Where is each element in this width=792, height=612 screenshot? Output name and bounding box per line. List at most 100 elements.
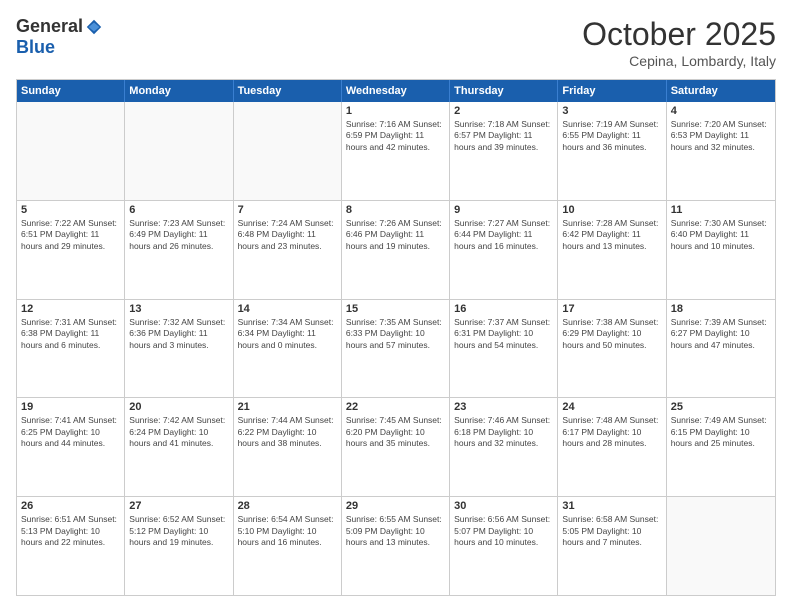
header-tuesday: Tuesday — [234, 80, 342, 102]
calendar-row-4: 26 Sunrise: 6:51 AM Sunset: 5:13 PM Dayli… — [17, 496, 775, 595]
day-number-11: 11 — [671, 204, 771, 216]
day-info-16: Sunrise: 7:37 AM Sunset: 6:31 PM Dayligh… — [454, 317, 553, 351]
day-number-23: 23 — [454, 401, 553, 413]
calendar-cell-4-5: 31Sunrise: 6:58 AM Sunset: 5:05 PM Dayli… — [558, 497, 666, 595]
day-number-27: 27 — [129, 500, 228, 512]
day-info-26: Sunrise: 6:51 AM Sunset: 5:13 PM Dayligh… — [21, 514, 120, 548]
day-number-25: 25 — [671, 401, 771, 413]
day-info-8: Sunrise: 7:26 AM Sunset: 6:46 PM Dayligh… — [346, 218, 445, 252]
day-info-4: Sunrise: 7:20 AM Sunset: 6:53 PM Dayligh… — [671, 119, 771, 153]
calendar-cell-4-3: 29 Sunrise: 6:55 AM Sunset: 5:09 PM Dayli… — [342, 497, 450, 595]
calendar-header: Sunday Monday Tuesday Wednesday Thursday… — [17, 80, 775, 102]
calendar-row-2: 12 Sunrise: 7:31 AM Sunset: 6:38 PM Dayli… — [17, 299, 775, 398]
calendar-row-3: 19Sunrise: 7:41 AM Sunset: 6:25 PM Dayli… — [17, 397, 775, 496]
day-info-9: Sunrise: 7:27 AM Sunset: 6:44 PM Dayligh… — [454, 218, 553, 252]
calendar-cell-0-0 — [17, 102, 125, 200]
day-number-10: 10 — [562, 204, 661, 216]
day-info-27: Sunrise: 6:52 AM Sunset: 5:12 PM Dayligh… — [129, 514, 228, 548]
title-block: October 2025 Cepina, Lombardy, Italy — [582, 16, 776, 69]
day-number-3: 3 — [562, 105, 661, 117]
day-info-21: Sunrise: 7:44 AM Sunset: 6:22 PM Dayligh… — [238, 415, 337, 449]
calendar-cell-2-3: 15 Sunrise: 7:35 AM Sunset: 6:33 PM Dayli… — [342, 300, 450, 398]
day-info-6: Sunrise: 7:23 AM Sunset: 6:49 PM Dayligh… — [129, 218, 228, 252]
calendar-cell-0-1 — [125, 102, 233, 200]
day-info-17: Sunrise: 7:38 AM Sunset: 6:29 PM Dayligh… — [562, 317, 661, 351]
calendar-cell-1-4: 9 Sunrise: 7:27 AM Sunset: 6:44 PM Daylig… — [450, 201, 558, 299]
day-number-13: 13 — [129, 303, 228, 315]
day-number-21: 21 — [238, 401, 337, 413]
day-number-28: 28 — [238, 500, 337, 512]
day-info-30: Sunrise: 6:56 AM Sunset: 5:07 PM Dayligh… — [454, 514, 553, 548]
calendar-cell-2-0: 12 Sunrise: 7:31 AM Sunset: 6:38 PM Dayli… — [17, 300, 125, 398]
day-info-22: Sunrise: 7:45 AM Sunset: 6:20 PM Dayligh… — [346, 415, 445, 449]
calendar-cell-2-4: 16 Sunrise: 7:37 AM Sunset: 6:31 PM Dayli… — [450, 300, 558, 398]
calendar-cell-0-6: 4 Sunrise: 7:20 AM Sunset: 6:53 PM Daylig… — [667, 102, 775, 200]
day-info-11: Sunrise: 7:30 AM Sunset: 6:40 PM Dayligh… — [671, 218, 771, 252]
logo: General Blue — [16, 16, 103, 58]
calendar-cell-4-6 — [667, 497, 775, 595]
header-wednesday: Wednesday — [342, 80, 450, 102]
day-number-12: 12 — [21, 303, 120, 315]
day-info-14: Sunrise: 7:34 AM Sunset: 6:34 PM Dayligh… — [238, 317, 337, 351]
logo-icon — [85, 18, 103, 36]
day-number-9: 9 — [454, 204, 553, 216]
day-info-28: Sunrise: 6:54 AM Sunset: 5:10 PM Dayligh… — [238, 514, 337, 548]
location: Cepina, Lombardy, Italy — [582, 53, 776, 69]
day-number-16: 16 — [454, 303, 553, 315]
header-thursday: Thursday — [450, 80, 558, 102]
header-friday: Friday — [558, 80, 666, 102]
calendar-row-1: 5Sunrise: 7:22 AM Sunset: 6:51 PM Daylig… — [17, 200, 775, 299]
calendar-cell-4-2: 28 Sunrise: 6:54 AM Sunset: 5:10 PM Dayli… — [234, 497, 342, 595]
day-info-13: Sunrise: 7:32 AM Sunset: 6:36 PM Dayligh… — [129, 317, 228, 351]
calendar-cell-1-5: 10 Sunrise: 7:28 AM Sunset: 6:42 PM Dayli… — [558, 201, 666, 299]
page: General Blue October 2025 Cepina, Lombar… — [0, 0, 792, 612]
calendar-cell-4-0: 26 Sunrise: 6:51 AM Sunset: 5:13 PM Dayli… — [17, 497, 125, 595]
day-number-4: 4 — [671, 105, 771, 117]
day-info-18: Sunrise: 7:39 AM Sunset: 6:27 PM Dayligh… — [671, 317, 771, 351]
day-info-24: Sunrise: 7:48 AM Sunset: 6:17 PM Dayligh… — [562, 415, 661, 449]
day-number-22: 22 — [346, 401, 445, 413]
header-monday: Monday — [125, 80, 233, 102]
calendar-cell-3-6: 25 Sunrise: 7:49 AM Sunset: 6:15 PM Dayli… — [667, 398, 775, 496]
day-info-5: Sunrise: 7:22 AM Sunset: 6:51 PM Dayligh… — [21, 218, 120, 252]
day-number-26: 26 — [21, 500, 120, 512]
calendar-cell-1-6: 11 Sunrise: 7:30 AM Sunset: 6:40 PM Dayli… — [667, 201, 775, 299]
day-number-24: 24 — [562, 401, 661, 413]
day-info-25: Sunrise: 7:49 AM Sunset: 6:15 PM Dayligh… — [671, 415, 771, 449]
calendar-cell-3-5: 24 Sunrise: 7:48 AM Sunset: 6:17 PM Dayli… — [558, 398, 666, 496]
calendar-cell-2-1: 13 Sunrise: 7:32 AM Sunset: 6:36 PM Dayli… — [125, 300, 233, 398]
calendar-cell-1-3: 8Sunrise: 7:26 AM Sunset: 6:46 PM Daylig… — [342, 201, 450, 299]
logo-blue: Blue — [16, 37, 55, 57]
day-info-15: Sunrise: 7:35 AM Sunset: 6:33 PM Dayligh… — [346, 317, 445, 351]
day-number-18: 18 — [671, 303, 771, 315]
day-info-20: Sunrise: 7:42 AM Sunset: 6:24 PM Dayligh… — [129, 415, 228, 449]
month-title: October 2025 — [582, 16, 776, 53]
calendar-body: 1Sunrise: 7:16 AM Sunset: 6:59 PM Daylig… — [17, 102, 775, 595]
calendar-row-0: 1Sunrise: 7:16 AM Sunset: 6:59 PM Daylig… — [17, 102, 775, 200]
day-number-7: 7 — [238, 204, 337, 216]
calendar-cell-3-1: 20 Sunrise: 7:42 AM Sunset: 6:24 PM Dayli… — [125, 398, 233, 496]
day-number-17: 17 — [562, 303, 661, 315]
day-info-7: Sunrise: 7:24 AM Sunset: 6:48 PM Dayligh… — [238, 218, 337, 252]
day-info-10: Sunrise: 7:28 AM Sunset: 6:42 PM Dayligh… — [562, 218, 661, 252]
day-info-2: Sunrise: 7:18 AM Sunset: 6:57 PM Dayligh… — [454, 119, 553, 153]
calendar-cell-1-0: 5Sunrise: 7:22 AM Sunset: 6:51 PM Daylig… — [17, 201, 125, 299]
calendar-cell-0-4: 2Sunrise: 7:18 AM Sunset: 6:57 PM Daylig… — [450, 102, 558, 200]
day-number-29: 29 — [346, 500, 445, 512]
calendar-cell-1-2: 7 Sunrise: 7:24 AM Sunset: 6:48 PM Daylig… — [234, 201, 342, 299]
calendar-cell-3-0: 19Sunrise: 7:41 AM Sunset: 6:25 PM Dayli… — [17, 398, 125, 496]
day-number-15: 15 — [346, 303, 445, 315]
day-number-20: 20 — [129, 401, 228, 413]
calendar-cell-3-4: 23Sunrise: 7:46 AM Sunset: 6:18 PM Dayli… — [450, 398, 558, 496]
day-number-1: 1 — [346, 105, 445, 117]
calendar-cell-2-6: 18 Sunrise: 7:39 AM Sunset: 6:27 PM Dayli… — [667, 300, 775, 398]
calendar-cell-2-5: 17 Sunrise: 7:38 AM Sunset: 6:29 PM Dayli… — [558, 300, 666, 398]
logo-general: General — [16, 16, 83, 37]
day-number-6: 6 — [129, 204, 228, 216]
calendar-cell-0-3: 1Sunrise: 7:16 AM Sunset: 6:59 PM Daylig… — [342, 102, 450, 200]
day-number-14: 14 — [238, 303, 337, 315]
day-info-29: Sunrise: 6:55 AM Sunset: 5:09 PM Dayligh… — [346, 514, 445, 548]
day-number-31: 31 — [562, 500, 661, 512]
day-info-12: Sunrise: 7:31 AM Sunset: 6:38 PM Dayligh… — [21, 317, 120, 351]
calendar-cell-2-2: 14 Sunrise: 7:34 AM Sunset: 6:34 PM Dayli… — [234, 300, 342, 398]
